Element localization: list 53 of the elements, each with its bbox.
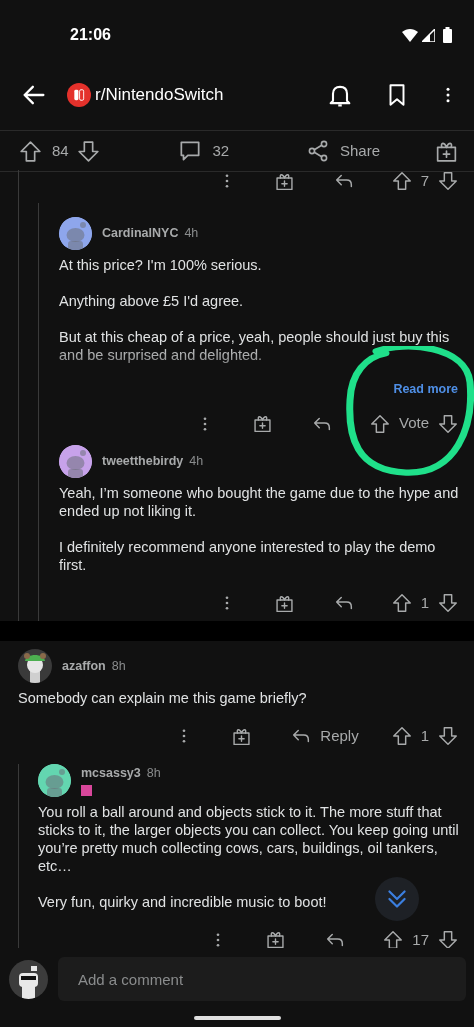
downvote-icon[interactable] — [437, 928, 459, 951]
comment-text: Very fun, quirky and incredible music to boot! — [38, 892, 327, 911]
post-score: 84 — [52, 140, 69, 161]
comment-count: 32 — [212, 140, 230, 161]
upvote-icon[interactable] — [390, 725, 413, 748]
comment-text: Anything above £5 I'd agree. — [59, 291, 244, 310]
comment-text: Somebody can explain me this game briefly? — [18, 689, 307, 707]
comment-score: 7 — [420, 171, 429, 191]
read-more-link[interactable]: Read more — [393, 379, 458, 399]
downvote-icon[interactable] — [437, 592, 459, 614]
username[interactable]: CardinalNYC — [102, 223, 179, 243]
award-icon[interactable] — [251, 413, 273, 434]
comment-age: 8h — [146, 765, 161, 783]
share-button[interactable]: Share — [305, 139, 380, 163]
signal-icon — [422, 28, 435, 42]
upvote-icon[interactable] — [18, 138, 43, 164]
user-avatar[interactable] — [38, 763, 71, 797]
username[interactable]: mcsassy3 — [81, 764, 141, 783]
username[interactable]: tweetthebirdy — [102, 451, 184, 471]
scroll-down-button[interactable] — [375, 877, 419, 921]
comment-age: 4h — [184, 224, 199, 242]
user-avatar[interactable] — [59, 216, 92, 250]
downvote-icon[interactable] — [437, 170, 459, 193]
upvote-icon[interactable] — [368, 412, 391, 435]
downvote-icon[interactable] — [75, 138, 101, 164]
comment-text: I definitely recommend anyone interested to play the demo first. — [59, 537, 437, 574]
user-avatar[interactable] — [59, 444, 92, 478]
comment-text: At this price? I'm 100% serious. — [59, 255, 262, 274]
comment-score: 1 — [420, 592, 429, 613]
user-avatar[interactable] — [9, 960, 48, 999]
wifi-icon — [402, 28, 418, 42]
upvote-icon[interactable] — [390, 170, 413, 193]
downvote-icon[interactable] — [437, 725, 459, 748]
comment-score: Vote — [398, 413, 429, 434]
subreddit-icon[interactable] — [67, 82, 91, 107]
comment-score: 17 — [412, 929, 429, 950]
upvote-icon[interactable] — [390, 592, 413, 614]
reply-button[interactable]: Reply — [290, 725, 359, 748]
comment-age: 8h — [111, 657, 126, 675]
comment-text: Yeah, I’m someone who bought the game due to the hype and ended up not liking it. — [59, 483, 460, 520]
upvote-icon[interactable] — [382, 928, 405, 951]
comment-score: 1 — [420, 726, 429, 746]
comment-input-field[interactable]: Add a comment — [58, 957, 466, 1001]
downvote-icon[interactable] — [437, 412, 459, 435]
status-time: 21:06 — [70, 25, 111, 45]
award-icon[interactable] — [265, 929, 287, 951]
comment-age: 4h — [189, 452, 204, 470]
subreddit-title[interactable]: r/NintendoSwitch — [95, 81, 224, 108]
comment-text: You roll a ball around and objects stick to it. The more stuff that sticks to it, the larger objects you can collect. You keep going until you’re pretty much collecting cows, cars, buildings, oil tankers, etc… — [38, 802, 460, 875]
battery-icon — [443, 27, 452, 43]
comment-text: But at this cheap of a price, yeah, people should just buy this and be surprised and delighted. — [59, 327, 451, 364]
user-avatar[interactable] — [18, 649, 52, 683]
username[interactable]: azaffon — [62, 656, 106, 676]
